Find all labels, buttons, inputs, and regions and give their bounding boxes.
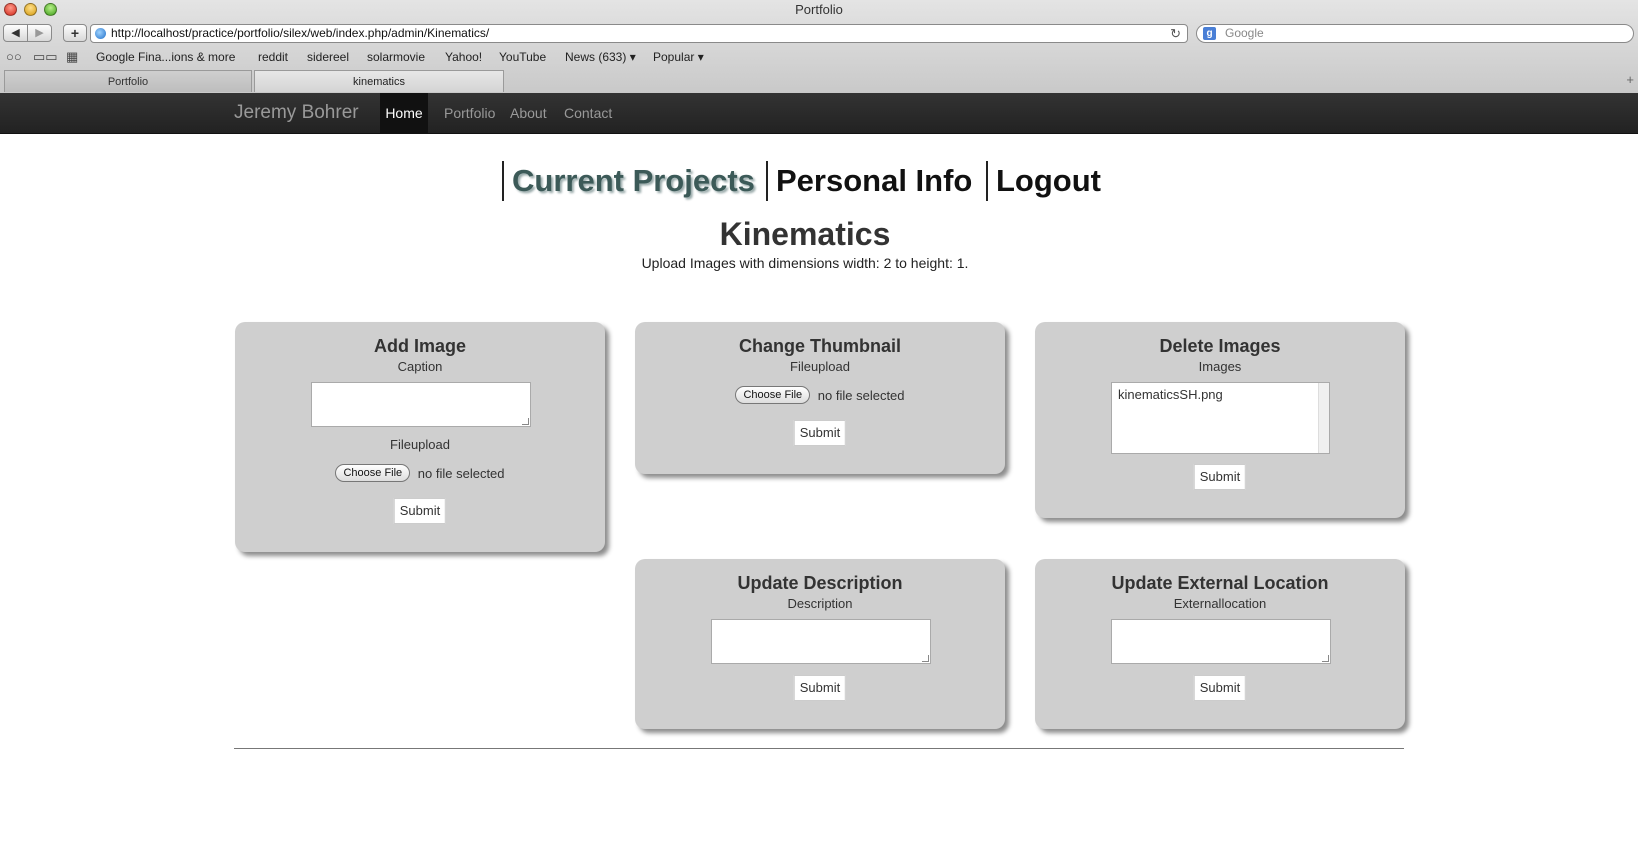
add-image-panel: Add Image Caption Fileupload Choose File… [235,322,605,552]
nav-home[interactable]: Home [380,93,428,133]
list-scrollbar[interactable] [1318,383,1329,453]
reading-list-icon[interactable]: ○○ [6,47,22,67]
update-description-panel: Update Description Description Submit [635,559,1005,729]
caption-textarea[interactable] [311,382,531,427]
images-label: Images [1198,359,1242,374]
no-file-text: no file selected [817,387,905,403]
search-placeholder: Google [1225,26,1264,40]
fileupload-label: Fileupload [790,359,850,374]
tab-portfolio[interactable]: Portfolio [4,70,252,92]
add-bookmark-button[interactable]: + [63,24,87,42]
nav-about[interactable]: About [510,93,547,133]
page-title: Kinematics [719,216,891,252]
minimize-window-icon[interactable] [24,3,37,16]
top-sites-grid-icon[interactable]: ▦ [66,47,78,67]
fileupload-label: Fileupload [390,437,450,452]
update-external-location-title: Update External Location [1111,573,1329,593]
images-select-list[interactable]: kinematicsSH.png [1111,382,1330,454]
tab-bar: Portfolio kinematics + [0,70,1638,92]
delete-images-title: Delete Images [1159,336,1281,356]
footer-divider [234,748,1404,749]
new-tab-icon[interactable]: + [1626,72,1634,87]
add-image-submit-button[interactable]: Submit [393,498,447,524]
bookmarks-book-icon[interactable]: ▭▭ [33,47,58,67]
back-button[interactable]: ◀ [3,24,28,42]
delete-images-submit-button[interactable]: Submit [1193,464,1247,490]
address-bar-url: http://localhost/practice/portfolio/sile… [111,26,490,40]
admin-section-links: Current Projects Personal Info Logout [0,161,1638,203]
description-label: Description [787,596,853,611]
close-window-icon[interactable] [4,3,17,16]
address-bar[interactable]: http://localhost/practice/portfolio/sile… [90,24,1188,43]
add-image-file-row: Choose File no file selected [235,464,605,482]
search-input[interactable]: g Google [1196,24,1634,43]
bookmark-item[interactable]: Popular ▾ [653,47,704,67]
change-thumbnail-panel: Change Thumbnail Fileupload Choose File … [635,322,1005,474]
forward-button[interactable]: ▶ [27,24,52,42]
update-external-location-panel: Update External Location Externallocatio… [1035,559,1405,729]
update-external-location-submit-button[interactable]: Submit [1193,675,1247,701]
browser-chrome: Portfolio ◀ ▶ + http://localhost/practic… [0,0,1638,94]
bookmark-item[interactable]: News (633) ▾ [565,47,636,67]
bookmark-item[interactable]: Google Fina...ions & more [96,47,235,67]
image-list-item[interactable]: kinematicsSH.png [1118,387,1323,402]
delete-images-panel: Delete Images Images kinematicsSH.png Su… [1035,322,1405,518]
bookmark-item[interactable]: reddit [258,47,288,67]
google-search-icon[interactable]: g [1203,27,1216,40]
site-navbar: Jeremy Bohrer Home Portfolio About Conta… [0,93,1638,134]
globe-icon [95,28,106,39]
page-subtitle: Upload Images with dimensions width: 2 t… [641,255,969,271]
browser-toolbar: ◀ ▶ + http://localhost/practice/portfoli… [0,22,1638,44]
personal-info-link[interactable]: Personal Info [766,161,972,201]
change-thumbnail-title: Change Thumbnail [739,336,901,356]
tab-kinematics[interactable]: kinematics [254,70,504,92]
zoom-window-icon[interactable] [44,3,57,16]
nav-portfolio[interactable]: Portfolio [444,93,495,133]
bookmark-item[interactable]: sidereel [307,47,349,67]
update-description-submit-button[interactable]: Submit [793,675,847,701]
externallocation-label: Externallocation [1173,596,1267,611]
bookmark-item[interactable]: YouTube [499,47,546,67]
thumbnail-file-row: Choose File no file selected [635,386,1005,404]
site-brand[interactable]: Jeremy Bohrer [234,93,359,133]
update-description-title: Update Description [737,573,903,593]
reload-icon[interactable]: ↻ [1170,25,1181,42]
bookmark-item[interactable]: solarmovie [367,47,425,67]
add-image-title: Add Image [373,336,466,356]
caption-label: Caption [397,359,443,374]
choose-file-button[interactable]: Choose File [735,386,811,404]
window-title: Portfolio [795,2,843,17]
description-textarea[interactable] [711,619,931,664]
nav-contact[interactable]: Contact [564,93,612,133]
choose-file-button[interactable]: Choose File [335,464,411,482]
no-file-text: no file selected [417,465,505,481]
change-thumbnail-submit-button[interactable]: Submit [793,420,847,446]
bookmark-item[interactable]: Yahoo! [445,47,482,67]
bookmarks-bar: ○○ ▭▭ ▦ Google Fina...ions & more reddit… [0,47,1638,67]
logout-link[interactable]: Logout [986,161,1101,201]
current-projects-link[interactable]: Current Projects [502,161,755,201]
externallocation-textarea[interactable] [1111,619,1331,664]
